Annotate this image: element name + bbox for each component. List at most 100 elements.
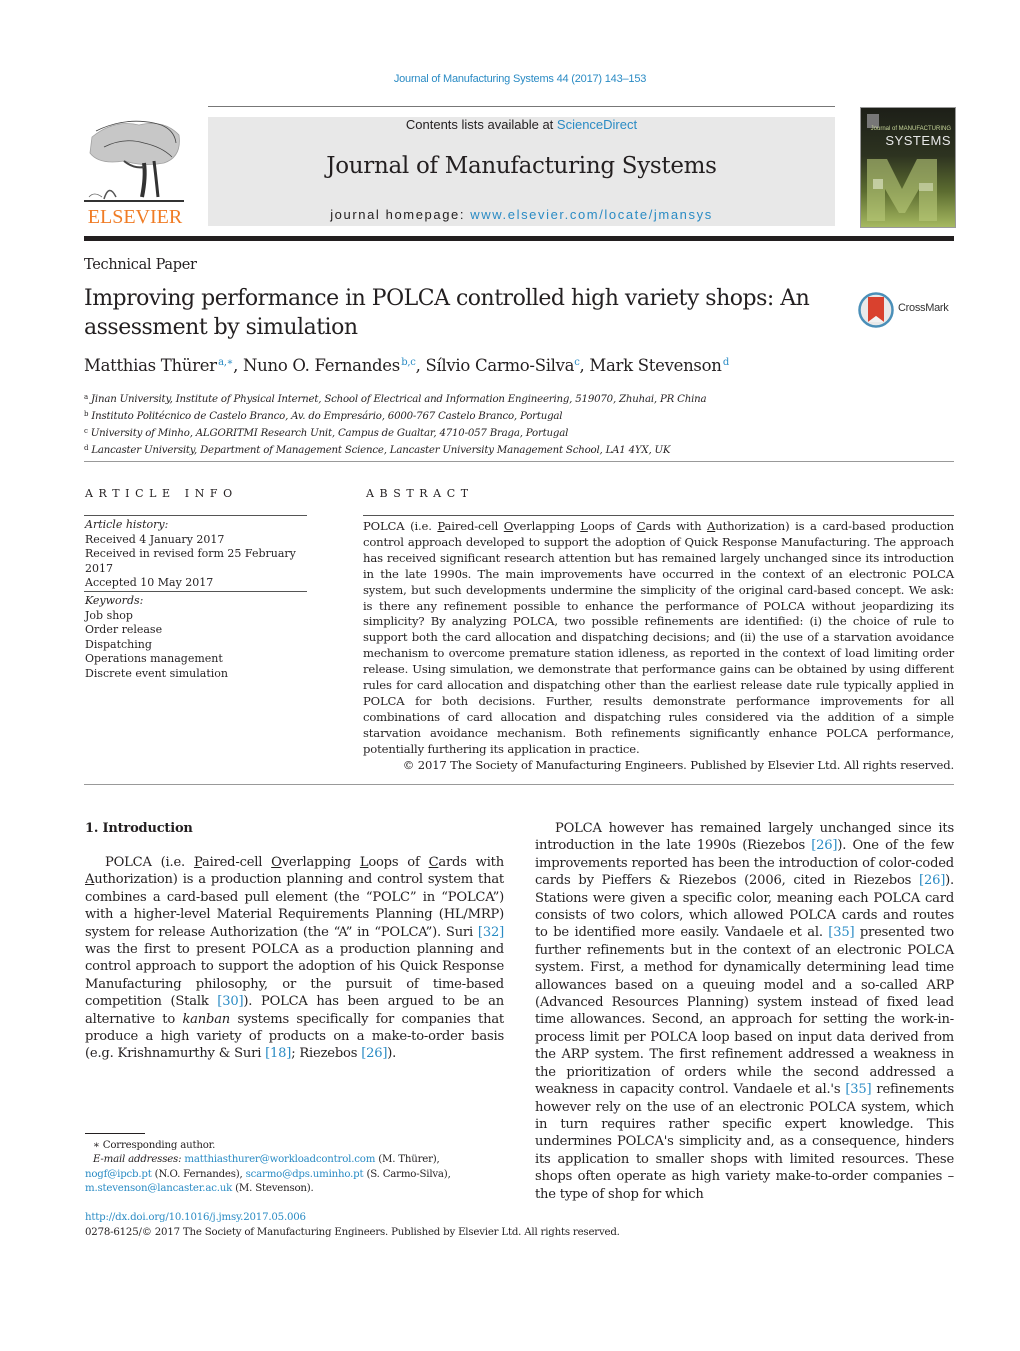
journal-title: Journal of Manufacturing Systems bbox=[326, 153, 717, 179]
citation-link[interactable]: [26] bbox=[919, 873, 945, 888]
affiliation-key: d bbox=[84, 444, 89, 452]
acronym-word: oops of bbox=[587, 519, 637, 533]
acronym-word: uthorization bbox=[715, 519, 786, 533]
abstract-body: POLCA (i.e. Paired-cell Overlapping Loop… bbox=[363, 519, 954, 774]
acronym-word: aired-cell bbox=[444, 519, 504, 533]
body-column-left: POLCA (i.e. Paired-cell Overlapping Loop… bbox=[85, 854, 504, 1063]
elsevier-logo[interactable]: ELSEVIER bbox=[84, 117, 186, 227]
issn-copyright: 0278-6125/© 2017 The Society of Manufact… bbox=[85, 1226, 620, 1238]
citation-link[interactable]: [32] bbox=[478, 925, 504, 940]
abstract-text-span: POLCA (i.e. bbox=[363, 519, 438, 533]
email-link[interactable]: m.stevenson@lancaster.ac.uk bbox=[85, 1183, 232, 1194]
keywords-divider bbox=[84, 591, 307, 592]
doi-link[interactable]: http://dx.doi.org/10.1016/j.jmsy.2017.05… bbox=[85, 1211, 620, 1226]
author-separator: , bbox=[233, 356, 244, 375]
acronym-word: verlapping bbox=[513, 519, 581, 533]
elsevier-wordmark: ELSEVIER bbox=[87, 206, 183, 228]
header-divider bbox=[208, 106, 835, 107]
email-link[interactable]: matthiasthurer@workloadcontrol.com bbox=[184, 1154, 375, 1165]
acronym-letter: P bbox=[437, 519, 445, 533]
author: Matthias Thürer a,∗, bbox=[84, 356, 243, 375]
author-affiliation-link[interactable]: b,c bbox=[401, 357, 416, 368]
abstract-text-span: ) is a card-based production control app… bbox=[363, 519, 954, 756]
author-list: Matthias Thürer a,∗, Nuno O. Fernandes b… bbox=[84, 356, 729, 375]
keyword: Discrete event simulation bbox=[85, 666, 228, 680]
keyword: Dispatching bbox=[85, 637, 152, 651]
email-link[interactable]: nogf@ipcb.pt bbox=[85, 1169, 152, 1180]
email-link[interactable]: scarmo@dps.uminho.pt bbox=[246, 1169, 364, 1180]
author-name: Mark Stevenson bbox=[589, 356, 722, 375]
history-label: Article history: bbox=[85, 518, 169, 531]
sciencedirect-link[interactable]: ScienceDirect bbox=[557, 117, 637, 132]
affiliation-divider bbox=[84, 461, 954, 462]
acronym-word: aired-cell bbox=[201, 855, 272, 870]
acronym-letter: P bbox=[193, 855, 202, 870]
affiliation: b Instituto Politécnico de Castelo Branc… bbox=[84, 407, 706, 424]
article-type: Technical Paper bbox=[84, 257, 197, 273]
author-separator: , bbox=[579, 356, 590, 375]
email-label: E-mail addresses: bbox=[93, 1154, 185, 1166]
author: Sílvio Carmo-Silvac, bbox=[425, 356, 589, 375]
affiliation-text: University of Minho, ALGORITMI Research … bbox=[90, 428, 569, 439]
emphasis-kanban: kanban bbox=[182, 1011, 231, 1027]
article-info-heading: ARTICLE INFO bbox=[85, 487, 238, 500]
acronym-letter: A bbox=[707, 519, 716, 533]
history-item: Received 4 January 2017 bbox=[85, 532, 225, 546]
section-heading-introduction: 1. Introduction bbox=[85, 821, 193, 836]
citation-link[interactable]: [26] bbox=[361, 1046, 387, 1061]
acronym-letter: L bbox=[580, 519, 588, 533]
crossmark-button[interactable]: CrossMark bbox=[858, 292, 958, 328]
acronym-letter: O bbox=[271, 855, 282, 870]
author-affiliation-link[interactable]: a,∗ bbox=[218, 357, 233, 368]
acronym-letter: A bbox=[85, 872, 95, 888]
cover-title-big: SYSTEMS bbox=[885, 133, 951, 148]
journal-homepage: journal homepage: www.elsevier.com/locat… bbox=[208, 207, 835, 222]
affiliation-text: Lancaster University, Department of Mana… bbox=[91, 445, 671, 456]
homepage-prefix: journal homepage: bbox=[330, 207, 471, 222]
body-text: ; Riezebos bbox=[291, 1046, 362, 1062]
email-owner: (N.O. Fernandes), bbox=[151, 1168, 246, 1180]
affiliation-key: a bbox=[84, 393, 88, 401]
crossmark-label: CrossMark bbox=[898, 302, 949, 314]
citation-link[interactable]: [18] bbox=[265, 1046, 291, 1061]
article-info-divider bbox=[84, 515, 307, 516]
body-text: ). bbox=[387, 1046, 397, 1062]
email-owner: (M. Stevenson). bbox=[232, 1182, 314, 1194]
doi-block: http://dx.doi.org/10.1016/j.jmsy.2017.05… bbox=[85, 1211, 620, 1240]
acronym-word: ards with bbox=[438, 855, 504, 870]
abstract-divider bbox=[363, 515, 954, 516]
abstract-heading: ABSTRACT bbox=[366, 487, 474, 500]
acronym-word: verlapping bbox=[281, 855, 360, 870]
email-owner: (M. Thürer), bbox=[375, 1154, 440, 1166]
body-column-right: POLCA however has remained largely uncha… bbox=[535, 820, 954, 1203]
affiliation-key: b bbox=[84, 410, 89, 418]
journal-cover-image[interactable]: Journal of MANUFACTURING SYSTEMS bbox=[860, 107, 956, 228]
citation-link[interactable]: [26] bbox=[811, 838, 837, 853]
footnote-divider bbox=[85, 1133, 145, 1134]
crossmark-icon bbox=[858, 292, 894, 328]
citation-link[interactable]: [35] bbox=[828, 925, 854, 940]
acronym-word: oops of bbox=[368, 855, 429, 870]
affiliation-key: c bbox=[84, 427, 88, 435]
body-text: presented two further refinements but in… bbox=[535, 925, 954, 1098]
author-affiliation-link[interactable]: d bbox=[723, 357, 729, 368]
keyword: Operations management bbox=[85, 652, 223, 665]
journal-banner: Contents lists available at ScienceDirec… bbox=[208, 117, 835, 226]
acronym-letter: C bbox=[428, 855, 439, 870]
keyword: Order release bbox=[85, 623, 163, 636]
citation-link[interactable]: [30] bbox=[217, 994, 243, 1009]
acronym-word: uthorization bbox=[94, 872, 173, 888]
abstract-copyright: © 2017 The Society of Manufacturing Engi… bbox=[402, 757, 954, 772]
footnotes: ∗ Corresponding author. E-mail addresses… bbox=[85, 1139, 505, 1196]
homepage-link[interactable]: www.elsevier.com/locate/jmansys bbox=[470, 207, 713, 222]
corresponding-author-note: ∗ Corresponding author. bbox=[93, 1140, 216, 1151]
cover-title-small: Journal of MANUFACTURING bbox=[870, 126, 951, 132]
affiliation: c University of Minho, ALGORITMI Researc… bbox=[84, 424, 706, 441]
journal-reference-link[interactable]: Journal of Manufacturing Systems 44 (201… bbox=[0, 73, 1020, 85]
affiliation: d Lancaster University, Department of Ma… bbox=[84, 441, 706, 458]
elsevier-tree-icon bbox=[84, 120, 184, 202]
author: Nuno O. Fernandes b,c, bbox=[243, 356, 425, 375]
author-separator: , bbox=[415, 356, 426, 375]
citation-link[interactable]: [35] bbox=[845, 1082, 871, 1097]
body-divider bbox=[84, 784, 954, 785]
